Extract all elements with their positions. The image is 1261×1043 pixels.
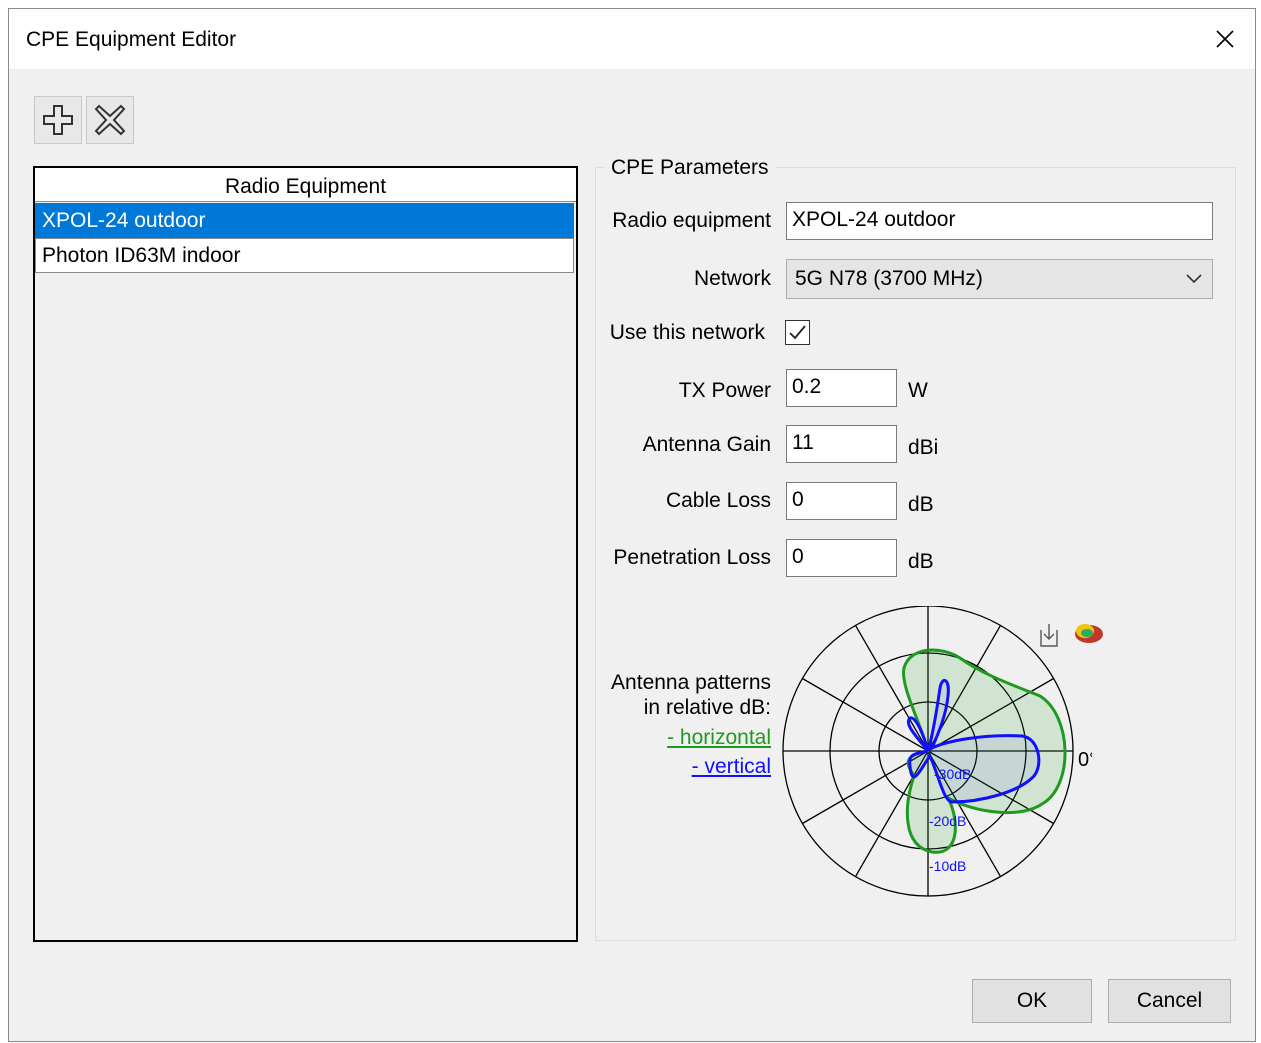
penetration-loss-label: Penetration Loss	[613, 546, 771, 569]
cable-loss-unit: dB	[908, 493, 934, 516]
penetration-loss-unit: dB	[908, 550, 934, 573]
delete-x-icon	[94, 104, 126, 136]
radio-equipment-label: Radio equipment	[612, 209, 771, 232]
ring-label-middle: -20dB	[929, 813, 966, 829]
dialog-window: CPE Equipment Editor Radio Equipment XPO…	[8, 8, 1256, 1042]
tx-power-input[interactable]: 0.2	[786, 369, 897, 407]
zero-degree-label: 0°	[1078, 749, 1092, 771]
penetration-loss-input[interactable]: 0	[786, 539, 897, 577]
network-select[interactable]: 5G N78 (3700 MHz)	[786, 259, 1213, 299]
horizontal-pattern-link[interactable]: - horizontal	[667, 726, 771, 750]
title-bar: CPE Equipment Editor	[9, 9, 1255, 69]
cable-loss-label: Cable Loss	[665, 489, 771, 512]
vertical-pattern-link[interactable]: - vertical	[692, 755, 771, 779]
plus-icon	[43, 105, 73, 135]
dialog-title: CPE Equipment Editor	[26, 28, 237, 51]
network-value: 5G N78 (3700 MHz)	[795, 267, 983, 290]
add-equipment-button[interactable]	[34, 96, 82, 144]
pattern-caption-line1: Antenna patterns	[611, 671, 771, 694]
checkmark-icon	[789, 325, 806, 340]
use-network-checkbox[interactable]	[785, 320, 810, 345]
chevron-down-icon	[1186, 274, 1202, 284]
ring-label-inner: -30dB	[934, 766, 971, 782]
radio-equipment-list[interactable]: Radio Equipment XPOL-24 outdoor Photon I…	[33, 166, 578, 942]
cancel-button[interactable]: Cancel	[1108, 979, 1231, 1023]
radio-equipment-input[interactable]: XPOL-24 outdoor	[786, 202, 1213, 240]
antenna-polar-plot: -30dB -20dB -10dB 0°	[782, 606, 1092, 897]
list-item[interactable]: Photon ID63M indoor	[35, 238, 574, 273]
pattern-caption-line2: in relative dB:	[643, 696, 771, 719]
cable-loss-input[interactable]: 0	[786, 482, 897, 520]
use-network-label: Use this network	[609, 321, 765, 344]
ok-button[interactable]: OK	[972, 979, 1092, 1023]
ring-label-outer: -10dB	[929, 858, 966, 874]
list-item[interactable]: XPOL-24 outdoor	[35, 203, 574, 238]
tx-power-label: TX Power	[678, 379, 771, 402]
close-button[interactable]	[1195, 9, 1255, 69]
network-label: Network	[693, 267, 771, 290]
antenna-gain-unit: dBi	[908, 436, 939, 459]
antenna-gain-input[interactable]: 11	[786, 425, 897, 463]
group-title: CPE Parameters	[605, 156, 775, 180]
close-icon	[1216, 30, 1234, 48]
tx-power-unit: W	[908, 379, 928, 402]
antenna-gain-label: Antenna Gain	[642, 433, 771, 456]
remove-equipment-button[interactable]	[86, 96, 134, 144]
list-header[interactable]: Radio Equipment	[35, 168, 576, 202]
